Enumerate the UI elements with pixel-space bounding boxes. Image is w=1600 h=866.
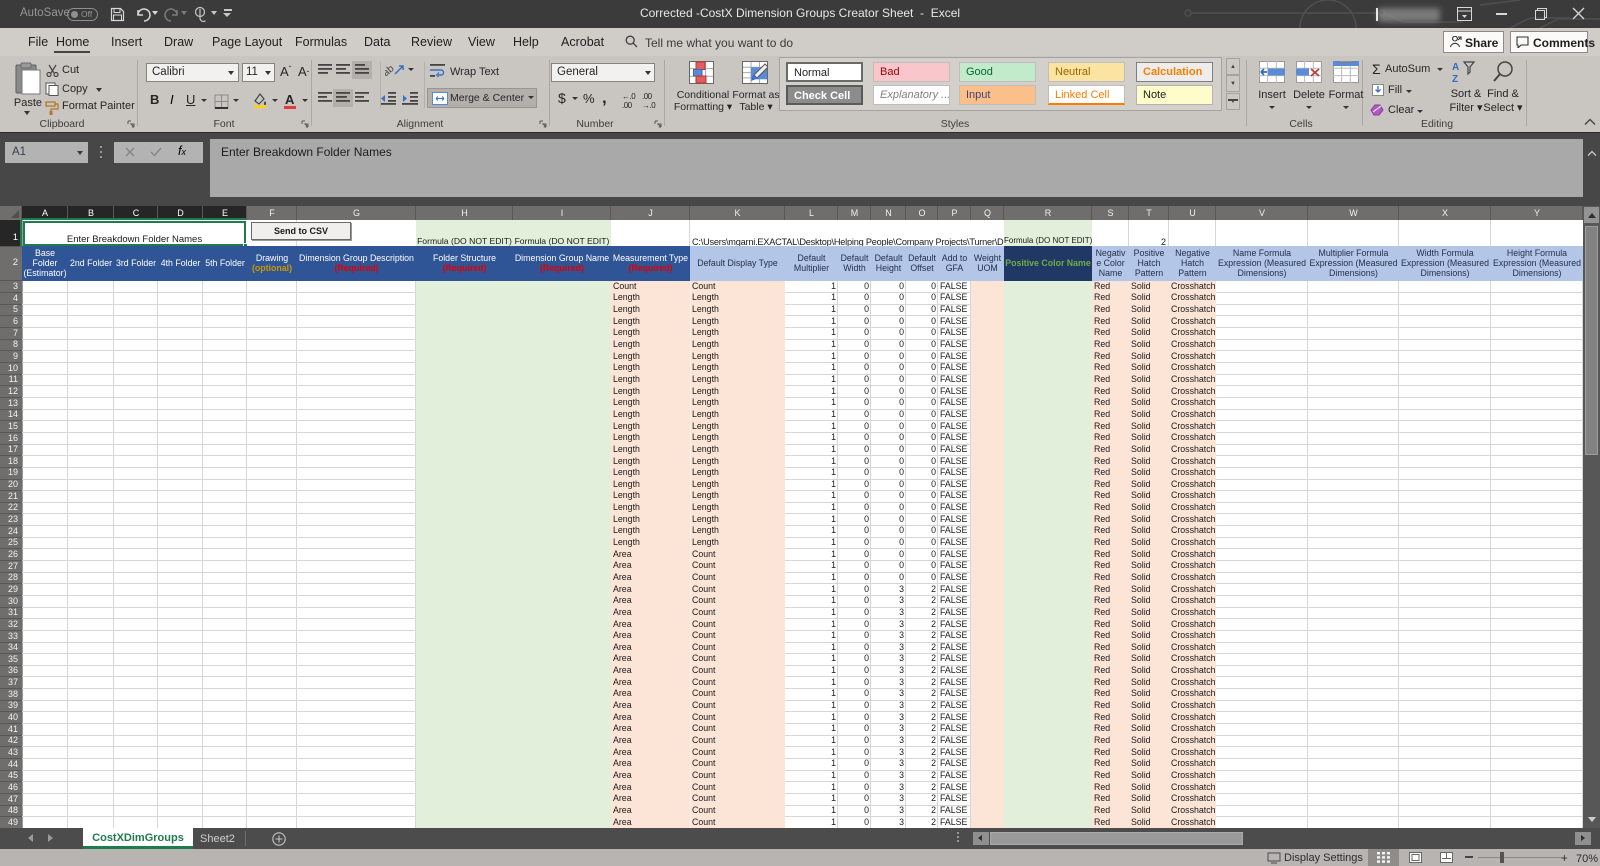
svg-text:ab: ab	[385, 63, 397, 78]
svg-text:Z: Z	[1452, 74, 1458, 84]
svg-text:A: A	[1452, 62, 1459, 73]
